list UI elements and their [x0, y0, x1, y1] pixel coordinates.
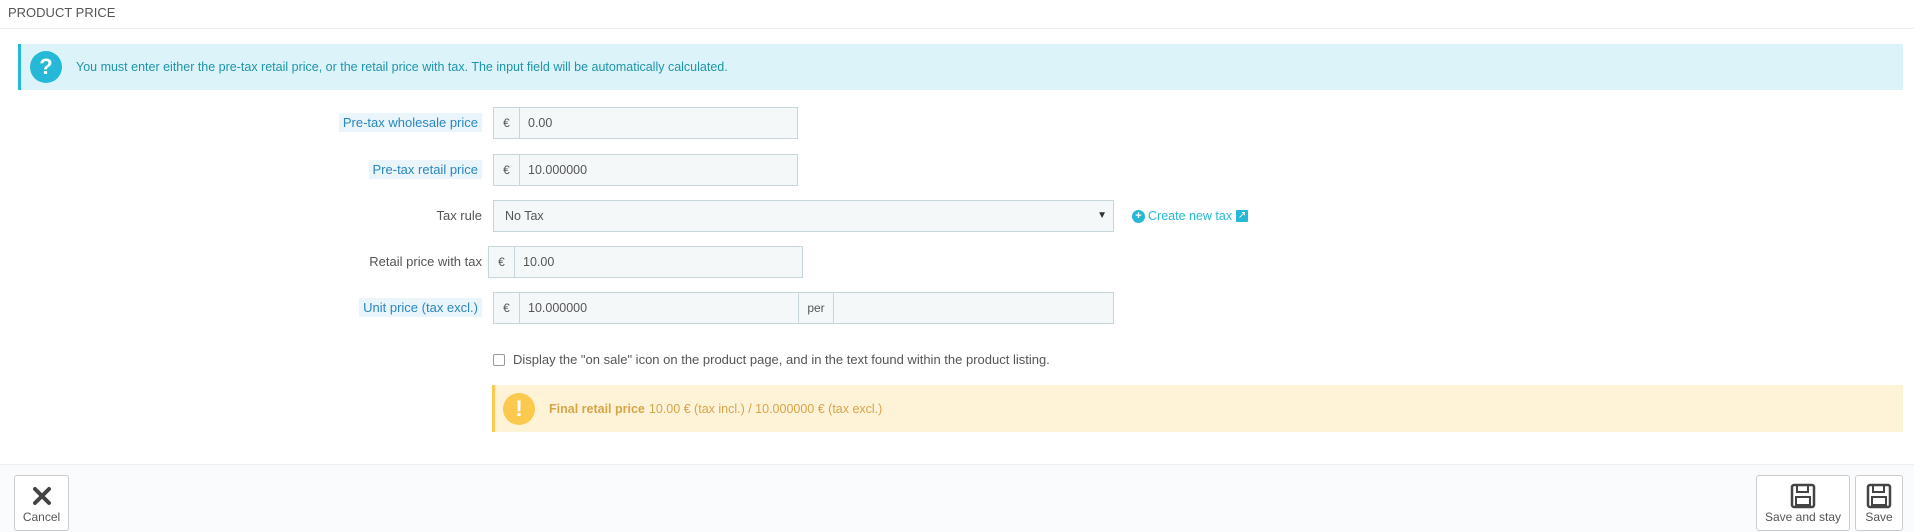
plus-circle-icon: + — [1132, 209, 1145, 223]
create-new-tax-link[interactable]: + Create new tax ↗ — [1132, 207, 1249, 225]
tax-rule-selected-value: No Tax — [505, 209, 544, 223]
unity-input[interactable] — [834, 293, 1113, 323]
floppy-disk-icon — [1790, 482, 1816, 510]
on-sale-checkbox[interactable] — [493, 353, 505, 366]
final-price-label: Final retail price — [549, 401, 645, 416]
panel-footer: Cancel Save and stay Save — [0, 464, 1914, 532]
info-alert: ? You must enter either the pre-tax reta… — [18, 44, 1903, 90]
wholesale-price-label: Pre-tax wholesale price — [338, 113, 482, 132]
unit-price-input[interactable]: 10.000000 — [520, 293, 798, 323]
currency-addon: € — [494, 108, 520, 138]
question-icon: ? — [30, 51, 62, 83]
floppy-disk-icon — [1866, 482, 1892, 510]
exclamation-icon: ! — [503, 392, 535, 425]
currency-addon: € — [494, 155, 520, 185]
retail-price-group: € 10.000000 — [493, 154, 798, 186]
on-sale-checkbox-row[interactable]: Display the "on sale" icon on the produc… — [493, 352, 1050, 367]
retail-price-with-tax-label: Retail price with tax — [369, 254, 482, 269]
on-sale-label: Display the "on sale" icon on the produc… — [513, 352, 1050, 367]
retail-price-input[interactable]: 10.000000 — [520, 155, 797, 185]
currency-addon: € — [489, 247, 515, 277]
product-price-panel: PRODUCT PRICE ? You must enter either th… — [0, 0, 1914, 532]
panel-heading: PRODUCT PRICE — [0, 0, 1914, 29]
cancel-label: Cancel — [22, 510, 61, 524]
final-price-text: 10.00 € (tax incl.) / 10.000000 € (tax e… — [648, 401, 883, 416]
per-addon: per — [798, 293, 834, 323]
final-price-alert: ! Final retail price 10.00 € (tax incl.)… — [492, 385, 1903, 432]
retail-price-label: Pre-tax retail price — [368, 160, 482, 179]
close-icon — [31, 482, 53, 510]
tax-rule-select[interactable]: No Tax ▼ — [493, 200, 1114, 232]
create-new-tax-label: Create new tax — [1148, 209, 1233, 223]
retail-price-with-tax-group: € 10.00 — [488, 246, 803, 278]
retail-price-with-tax-input[interactable]: 10.00 — [515, 247, 802, 277]
wholesale-price-group: € 0.00 — [493, 107, 798, 139]
save-and-stay-label: Save and stay — [1764, 510, 1842, 524]
currency-addon: € — [494, 293, 520, 323]
save-and-stay-button[interactable]: Save and stay — [1756, 475, 1850, 531]
save-label: Save — [1865, 510, 1893, 524]
wholesale-price-input[interactable]: 0.00 — [520, 108, 797, 138]
info-alert-text: You must enter either the pre-tax retail… — [76, 60, 728, 74]
save-button[interactable]: Save — [1855, 475, 1903, 531]
external-link-icon: ↗ — [1236, 210, 1249, 222]
unit-price-group: € 10.000000 per — [493, 292, 1114, 324]
tax-rule-label: Tax rule — [436, 208, 482, 223]
unit-price-label: Unit price (tax excl.) — [359, 298, 482, 317]
cancel-button[interactable]: Cancel — [14, 475, 69, 531]
chevron-down-icon: ▼ — [1097, 210, 1107, 221]
